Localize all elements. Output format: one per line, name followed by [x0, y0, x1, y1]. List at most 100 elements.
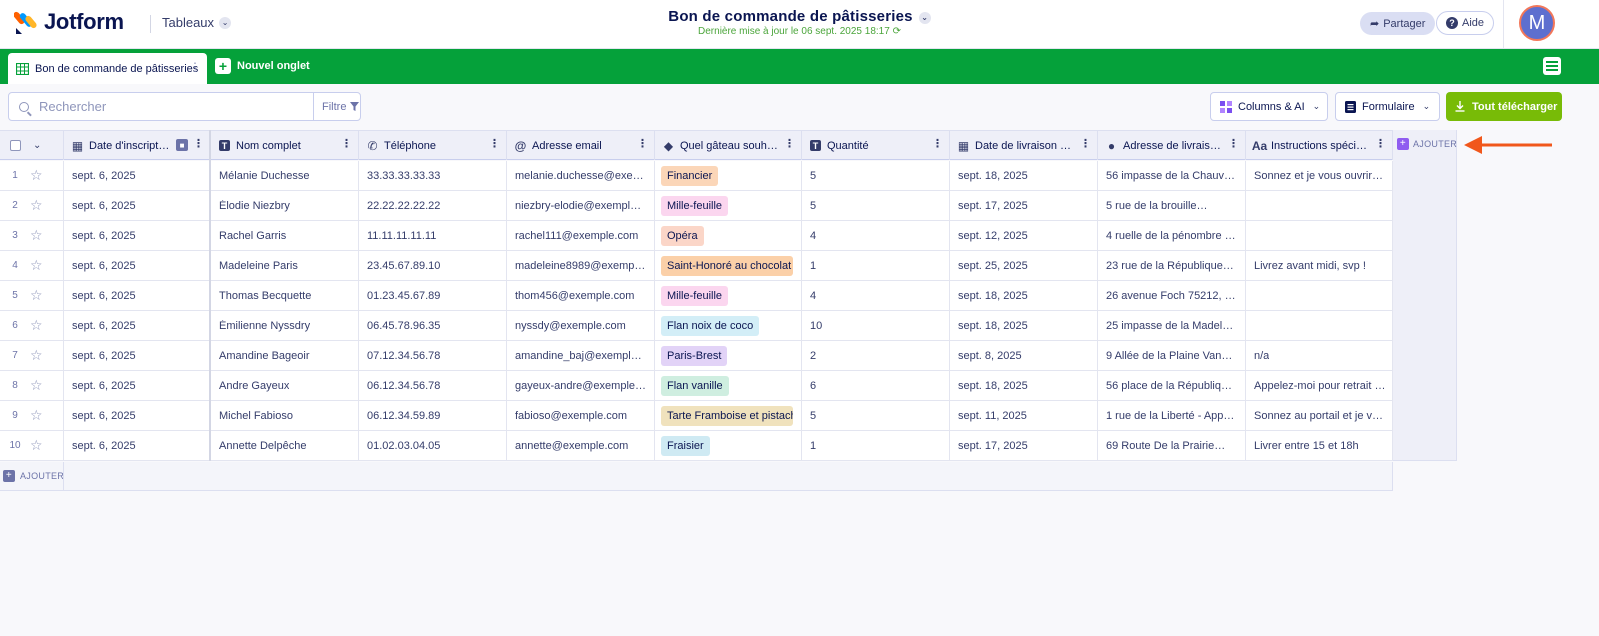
cell-qty[interactable]: 1	[802, 431, 950, 460]
cell-date[interactable]: sept. 6, 2025	[64, 191, 211, 220]
cell-delivery[interactable]: sept. 17, 2025	[950, 431, 1098, 460]
column-header[interactable]: Aa Instructions spéci… ⋮	[1246, 131, 1393, 160]
cell-name[interactable]: Thomas Becquette	[211, 281, 359, 310]
cell-cake[interactable]: Financier	[655, 161, 802, 190]
cell-address[interactable]: 26 avenue Foch 75212, Paris	[1098, 281, 1246, 310]
cell-delivery[interactable]: sept. 18, 2025	[950, 281, 1098, 310]
column-menu-icon[interactable]: ⋮	[784, 139, 795, 150]
share-button[interactable]: ➦ Partager	[1360, 12, 1436, 35]
cell-date[interactable]: sept. 6, 2025	[64, 341, 211, 370]
cell-date[interactable]: sept. 6, 2025	[64, 401, 211, 430]
cell-name[interactable]: Madeleine Paris	[211, 251, 359, 280]
cell-qty[interactable]: 6	[802, 371, 950, 400]
cell-email[interactable]: gayeux-andre@exemple.com	[507, 371, 655, 400]
avatar[interactable]: M	[1519, 5, 1555, 41]
cell-delivery[interactable]: sept. 8, 2025	[950, 341, 1098, 370]
cell-phone[interactable]: 23.45.67.89.10	[359, 251, 507, 280]
cell-address[interactable]: 4 ruelle de la pénombre - Paris	[1098, 221, 1246, 250]
lock-icon[interactable]: ■	[176, 139, 188, 151]
cell-address[interactable]: 1 rue de la Liberté - Appartement	[1098, 401, 1246, 430]
chevron-down-icon[interactable]: ⌄	[33, 140, 41, 151]
star-icon[interactable]: ☆	[30, 407, 43, 424]
cell-name[interactable]: Mélanie Duchesse	[211, 161, 359, 190]
cell-address[interactable]: 5 rue de la brouille…	[1098, 191, 1246, 220]
column-menu-icon[interactable]: ⋮	[1375, 139, 1386, 150]
cell-date[interactable]: sept. 6, 2025	[64, 251, 211, 280]
cell-qty[interactable]: 5	[802, 161, 950, 190]
column-header[interactable]: ◆ Quel gâteau souh… ⋮	[655, 131, 802, 160]
cell-name[interactable]: Amandine Bageoir	[211, 341, 359, 370]
column-menu-icon[interactable]: ⋮	[341, 139, 352, 150]
column-header[interactable]: ✆ Téléphone ⋮	[359, 131, 507, 160]
cell-phone[interactable]: 33.33.33.33.33	[359, 161, 507, 190]
column-header[interactable]: ▦ Date de livraison … ⋮	[950, 131, 1098, 160]
cell-cake[interactable]: Mille-feuille	[655, 281, 802, 310]
cell-notes[interactable]: n/a	[1246, 341, 1393, 370]
cell-qty[interactable]: 2	[802, 341, 950, 370]
cell-delivery[interactable]: sept. 18, 2025	[950, 161, 1098, 190]
kebab-menu-icon[interactable]: ⋮	[189, 61, 201, 73]
cell-email[interactable]: thom456@exemple.com	[507, 281, 655, 310]
cell-delivery[interactable]: sept. 11, 2025	[950, 401, 1098, 430]
cell-address[interactable]: 25 impasse de la Madeleine.	[1098, 311, 1246, 340]
column-menu-icon[interactable]: ⋮	[1080, 139, 1091, 150]
cell-address[interactable]: 9 Allée de la Plaine Vandrille.	[1098, 341, 1246, 370]
cell-cake[interactable]: Paris-Brest	[655, 341, 802, 370]
help-button[interactable]: ? Aide	[1436, 11, 1495, 35]
cell-date[interactable]: sept. 6, 2025	[64, 371, 211, 400]
cell-date[interactable]: sept. 6, 2025	[64, 221, 211, 250]
cell-notes[interactable]	[1246, 191, 1393, 220]
cell-phone[interactable]: 22.22.22.22.22	[359, 191, 507, 220]
cell-cake[interactable]: Tarte Framboise et pistache	[655, 401, 802, 430]
column-menu-icon[interactable]: ⋮	[489, 139, 500, 150]
cell-date[interactable]: sept. 6, 2025	[64, 281, 211, 310]
cell-phone[interactable]: 01.23.45.67.89	[359, 281, 507, 310]
cell-phone[interactable]: 06.45.78.96.35	[359, 311, 507, 340]
star-icon[interactable]: ☆	[30, 377, 43, 394]
column-header[interactable]: @ Adresse email ⋮	[507, 131, 655, 160]
cell-email[interactable]: annette@exemple.com	[507, 431, 655, 460]
column-header[interactable]: ● Adresse de livrais… ⋮	[1098, 131, 1246, 160]
cell-cake[interactable]: Fraisier	[655, 431, 802, 460]
cell-cake[interactable]: Saint-Honoré au chocolat	[655, 251, 802, 280]
star-icon[interactable]: ☆	[30, 437, 43, 454]
cell-notes[interactable]: Appelez-moi pour retrait devant	[1246, 371, 1393, 400]
star-icon[interactable]: ☆	[30, 197, 43, 214]
star-icon[interactable]: ☆	[30, 257, 43, 274]
cell-email[interactable]: melanie.duchesse@exemple.com	[507, 161, 655, 190]
cell-email[interactable]: rachel111@exemple.com	[507, 221, 655, 250]
cell-delivery[interactable]: sept. 18, 2025	[950, 371, 1098, 400]
cell-notes[interactable]: Sonnez au portail et je vous ouvre	[1246, 401, 1393, 430]
cell-cake[interactable]: Flan noix de coco	[655, 311, 802, 340]
cell-cake[interactable]: Opéra	[655, 221, 802, 250]
cell-name[interactable]: Émilienne Nyssdry	[211, 311, 359, 340]
cell-delivery[interactable]: sept. 18, 2025	[950, 311, 1098, 340]
cell-date[interactable]: sept. 6, 2025	[64, 311, 211, 340]
cell-name[interactable]: Andre Gayeux	[211, 371, 359, 400]
cell-notes[interactable]: Livrer entre 15 et 18h	[1246, 431, 1393, 460]
cell-name[interactable]: Rachel Garris	[211, 221, 359, 250]
tab-bon-de-commande[interactable]: Bon de commande de pâtisseries ⋮	[8, 53, 207, 84]
cell-email[interactable]: fabioso@exemple.com	[507, 401, 655, 430]
select-all-checkbox[interactable]	[10, 140, 21, 151]
column-menu-icon[interactable]: ⋮	[1228, 139, 1239, 150]
add-row-button[interactable]: + AJOUTER	[3, 470, 64, 482]
filter-button[interactable]: Filtre	[313, 93, 367, 120]
cell-phone[interactable]: 01.02.03.04.05	[359, 431, 507, 460]
cell-address[interactable]: 56 place de la République…	[1098, 371, 1246, 400]
column-header[interactable]: T Quantité ⋮	[802, 131, 950, 160]
cell-cake[interactable]: Flan vanille	[655, 371, 802, 400]
cell-notes[interactable]	[1246, 311, 1393, 340]
cell-phone[interactable]: 06.12.34.59.89	[359, 401, 507, 430]
cell-email[interactable]: madeleine8989@exemple.com	[507, 251, 655, 280]
star-icon[interactable]: ☆	[30, 317, 43, 334]
cell-name[interactable]: Annette Delpêche	[211, 431, 359, 460]
select-all-header[interactable]: ⌄	[0, 131, 64, 160]
cell-delivery[interactable]: sept. 17, 2025	[950, 191, 1098, 220]
cell-delivery[interactable]: sept. 12, 2025	[950, 221, 1098, 250]
cell-phone[interactable]: 11.11.11.11.11	[359, 221, 507, 250]
star-icon[interactable]: ☆	[30, 287, 43, 304]
star-icon[interactable]: ☆	[30, 167, 43, 184]
download-all-button[interactable]: Tout télécharger	[1446, 92, 1562, 121]
cell-qty[interactable]: 4	[802, 221, 950, 250]
